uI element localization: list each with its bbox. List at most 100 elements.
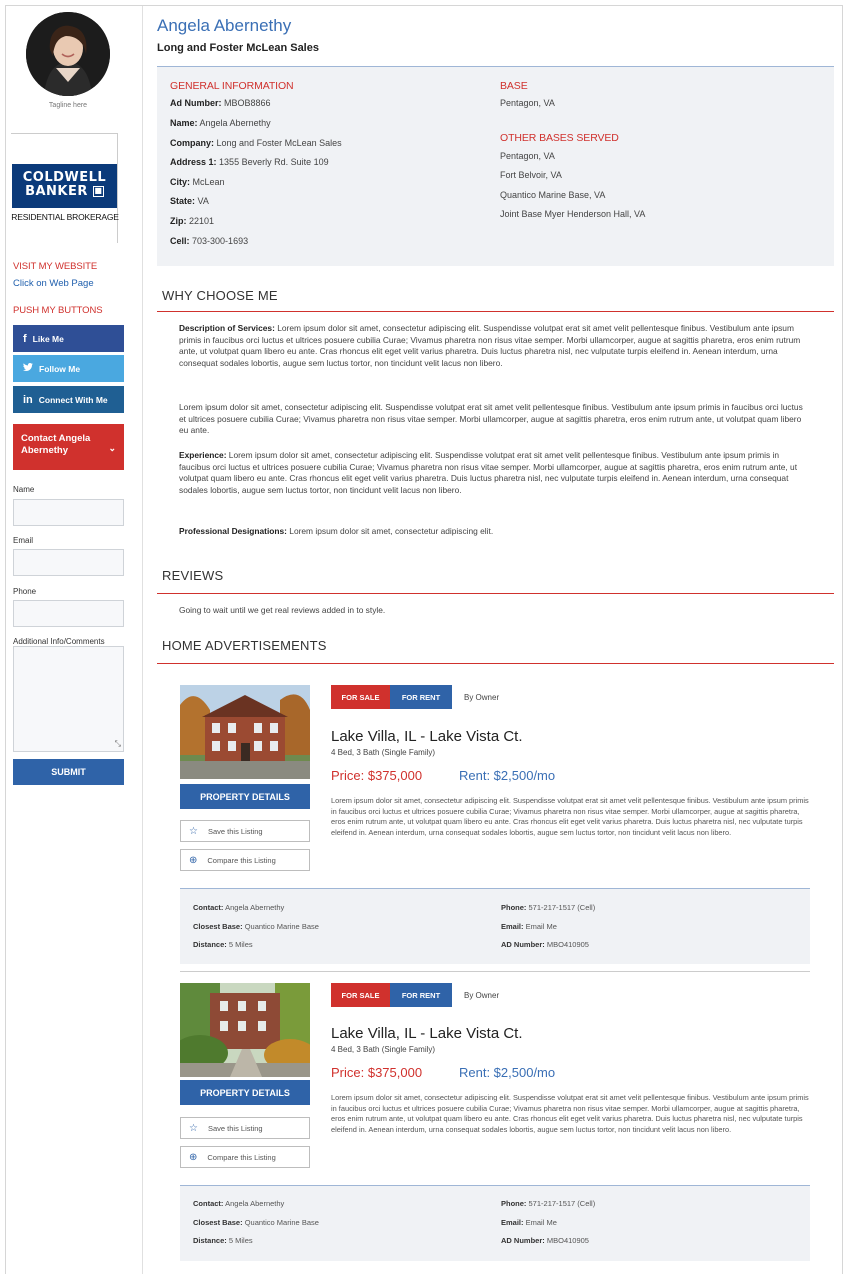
description-paragraph: Description of Services: Lorem ipsum dol…	[179, 323, 801, 368]
why-choose-me-heading: WHY CHOOSE ME	[162, 288, 278, 303]
other-base-item: Fort Belvoir, VA	[500, 170, 562, 180]
contact-agent-label: Contact Angela Abernethy	[21, 433, 91, 456]
info-ad-number: Ad Number: MBOB8866	[170, 98, 271, 108]
listing-contact: Contact: Angela Abernethy	[193, 1199, 285, 1208]
other-base-item: Pentagon, VA	[500, 151, 555, 161]
for-rent-tag: FOR RENT	[390, 983, 452, 1007]
section-divider	[157, 311, 834, 312]
listing-closest-base: Closest Base: Quantico Marine Base	[193, 922, 319, 931]
listing-distance: Distance: 5 Miles	[193, 1236, 253, 1245]
visit-website-heading: VISIT MY WEBSITE	[13, 261, 98, 272]
listing-subtitle: 4 Bed, 3 Bath (Single Family)	[331, 748, 436, 757]
linkedin-icon: in	[23, 393, 33, 406]
section-divider	[157, 663, 834, 664]
listing-ad-number: AD Number: MBO410905	[501, 940, 589, 949]
brand-logo-line2: BANKER ■	[25, 184, 104, 199]
contact-agent-toggle[interactable]: Contact Angela Abernethy ⌄	[13, 424, 124, 470]
email-field[interactable]	[13, 549, 124, 576]
listing-description: Lorem ipsum dolor sit amet, consectetur …	[331, 1093, 809, 1134]
twitter-follow-button[interactable]: Follow Me	[13, 355, 124, 382]
listing-rent: Rent: $2,500/mo	[459, 768, 556, 783]
phone-label: Phone	[13, 587, 37, 596]
chevron-down-icon: ⌄	[108, 443, 116, 453]
for-sale-tag: FOR SALE	[331, 685, 390, 709]
save-listing-button[interactable]: ☆ Save this Listing	[180, 1117, 310, 1139]
brand-logo-line1: COLDWELL	[22, 170, 107, 185]
linkedin-connect-button[interactable]: in Connect With Me	[13, 386, 124, 413]
property-details-button[interactable]: PROPERTY DETAILS	[180, 1080, 310, 1105]
listing-title[interactable]: Lake Villa, IL - Lake Vista Ct.	[331, 1025, 523, 1042]
info-cell: Cell: 703-300-1693	[170, 236, 249, 246]
listing-price: Price: $375,000	[331, 768, 423, 783]
info-company: Company: Long and Foster McLean Sales	[170, 138, 342, 148]
email-label: Email	[13, 536, 34, 545]
facebook-label: Like Me	[32, 333, 64, 344]
listing-title[interactable]: Lake Villa, IL - Lake Vista Ct.	[331, 728, 523, 745]
star-icon: ☆	[189, 825, 198, 837]
by-owner-tag: By Owner	[464, 991, 500, 1000]
home-ads-heading: HOME ADVERTISEMENTS	[162, 638, 327, 653]
agent-tagline: Tagline here	[48, 102, 88, 109]
compare-listing-button[interactable]: ⊕ Compare this Listing	[180, 849, 310, 871]
listing-phone: Phone: 571-217-1517 (Cell)	[501, 1199, 596, 1208]
info-city: City: McLean	[170, 177, 225, 187]
compare-listing-label: Compare this Listing	[207, 1152, 276, 1162]
linkedin-label: Connect With Me	[38, 394, 108, 405]
resize-grip-icon[interactable]: ⤡	[115, 739, 121, 749]
section-divider	[157, 593, 834, 594]
listing-subtitle: 4 Bed, 3 Bath (Single Family)	[331, 1045, 436, 1054]
save-listing-label: Save this Listing	[207, 1123, 263, 1133]
save-listing-label: Save this Listing	[207, 826, 263, 836]
comments-label: Additional Info/Comments	[13, 637, 105, 646]
submit-button[interactable]: SUBMIT	[13, 759, 124, 785]
listing-rent: Rent: $2,500/mo	[459, 1065, 556, 1080]
lorem-paragraph: Lorem ipsum dolor sit amet, consectetur …	[179, 402, 803, 435]
designations-paragraph: Professional Designations: Lorem ipsum d…	[179, 526, 494, 536]
property-details-button[interactable]: PROPERTY DETAILS	[180, 784, 310, 809]
listing-description: Lorem ipsum dolor sit amet, consectetur …	[331, 796, 809, 837]
base-heading: BASE	[500, 80, 528, 92]
listing-email[interactable]: Email: Email Me	[501, 1218, 557, 1227]
listing-photo[interactable]	[180, 983, 310, 1077]
reviews-text: Going to wait until we get real reviews …	[179, 605, 386, 615]
compare-listing-label: Compare this Listing	[207, 855, 276, 865]
by-owner-tag: By Owner	[464, 693, 500, 702]
name-field[interactable]	[13, 499, 124, 526]
plus-circle-icon: ⊕	[189, 854, 198, 866]
listing-closest-base: Closest Base: Quantico Marine Base	[193, 1218, 319, 1227]
sidebar-divider	[142, 6, 143, 1274]
base-value: Pentagon, VA	[500, 98, 555, 108]
coldwell-banker-logo: COLDWELL BANKER ■	[12, 164, 117, 208]
info-address: Address 1: 1355 Beverly Rd. Suite 109	[170, 157, 329, 167]
other-bases-heading: OTHER BASES SERVED	[500, 132, 619, 144]
info-name: Name: Angela Abernethy	[170, 118, 271, 128]
star-icon: ☆	[189, 1122, 198, 1134]
listing-ad-number: AD Number: MBO410905	[501, 1236, 589, 1245]
listing-phone: Phone: 571-217-1517 (Cell)	[501, 903, 596, 912]
reviews-heading: REVIEWS	[162, 568, 224, 583]
name-label: Name	[13, 485, 35, 494]
facebook-like-button[interactable]: f Like Me	[13, 325, 124, 352]
for-sale-tag: FOR SALE	[331, 983, 390, 1007]
experience-paragraph: Experience: Lorem ipsum dolor sit amet, …	[179, 450, 798, 495]
web-page-link[interactable]: Click on Web Page	[13, 278, 94, 289]
listing-contact: Contact: Angela Abernethy	[193, 903, 285, 912]
other-base-item: Quantico Marine Base, VA	[500, 190, 606, 200]
avatar-image	[26, 12, 110, 96]
phone-field[interactable]	[13, 600, 124, 627]
push-buttons-heading: PUSH MY BUTTONS	[13, 305, 103, 316]
listing-email[interactable]: Email: Email Me	[501, 922, 557, 931]
listing-distance: Distance: 5 Miles	[193, 940, 253, 949]
listing-photo[interactable]	[180, 685, 310, 779]
info-state: State: VA	[170, 196, 209, 206]
listing-separator	[180, 971, 810, 972]
agent-company: Long and Foster McLean Sales	[157, 42, 319, 54]
twitter-label: Follow Me	[39, 363, 81, 374]
listing-price: Price: $375,000	[331, 1065, 423, 1080]
save-listing-button[interactable]: ☆ Save this Listing	[180, 820, 310, 842]
general-info-heading: GENERAL INFORMATION	[170, 80, 294, 92]
compare-listing-button[interactable]: ⊕ Compare this Listing	[180, 1146, 310, 1168]
comments-field[interactable]: ⤡	[13, 646, 124, 752]
info-zip: Zip: 22101	[170, 216, 215, 226]
twitter-icon	[23, 362, 33, 375]
